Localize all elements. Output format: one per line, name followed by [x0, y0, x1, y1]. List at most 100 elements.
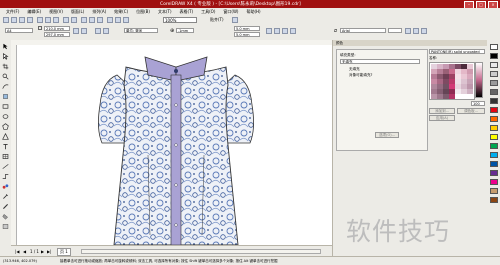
- swatch-grid[interactable]: [429, 62, 475, 100]
- menu-effects[interactable]: 效果(C): [114, 8, 128, 15]
- menu-edit[interactable]: 编辑(E): [27, 8, 41, 15]
- menu-table[interactable]: 表格(T): [180, 8, 194, 15]
- connector-tool-icon[interactable]: [2, 173, 9, 180]
- pick-tool-icon[interactable]: [2, 43, 9, 50]
- all-pages-icon[interactable]: [95, 28, 101, 34]
- last-page-icon[interactable]: ▶|: [47, 249, 51, 254]
- palette-swatch[interactable]: [490, 62, 498, 68]
- menu-window[interactable]: 窗口(W): [223, 8, 238, 15]
- snap-to-label[interactable]: 贴齐(T): [210, 17, 224, 23]
- undo-icon[interactable]: [63, 16, 69, 23]
- paper-size-select[interactable]: A4: [5, 28, 33, 33]
- prev-page-icon[interactable]: ◀: [23, 249, 26, 254]
- options-button[interactable]: 选项(O)...: [375, 132, 399, 138]
- menu-help[interactable]: 帮助(H): [246, 8, 260, 15]
- new-icon[interactable]: [3, 16, 9, 23]
- palette-swatch[interactable]: [490, 188, 498, 194]
- current-page-icon[interactable]: [103, 28, 109, 34]
- palette-swatch[interactable]: [490, 116, 498, 122]
- save-icon[interactable]: [19, 16, 25, 23]
- tint-slider[interactable]: [475, 62, 483, 98]
- eyedropper-tool-icon[interactable]: [2, 193, 9, 200]
- palette-swatch[interactable]: [490, 134, 498, 140]
- palette-swatch[interactable]: [490, 107, 498, 113]
- hide-icon[interactable]: [290, 28, 296, 34]
- units-select[interactable]: 单位: 毫米: [124, 28, 158, 33]
- nudge-distance-field[interactable]: .1mm: [176, 28, 194, 33]
- rectangle-tool-icon[interactable]: [2, 103, 9, 110]
- dimension-tool-icon[interactable]: [2, 163, 9, 170]
- menu-layout[interactable]: 版面(L): [71, 8, 84, 15]
- blend-tool-icon[interactable]: [2, 183, 9, 190]
- duplicate-y-field[interactable]: 5.0 mm: [234, 32, 260, 37]
- palette-swatch[interactable]: [490, 44, 498, 50]
- palette-swatch[interactable]: [490, 161, 498, 167]
- underline-icon[interactable]: [421, 28, 427, 34]
- search-icon[interactable]: [81, 16, 87, 23]
- menu-view[interactable]: 视图(V): [49, 8, 63, 15]
- freehand-tool-icon[interactable]: [2, 83, 9, 90]
- docker-tab[interactable]: 颜色: [333, 40, 488, 46]
- menu-text[interactable]: 文本(T): [158, 8, 172, 15]
- palette-swatch[interactable]: [490, 125, 498, 131]
- apply-button[interactable]: 应用(A): [429, 115, 455, 121]
- font-select[interactable]: Arial: [340, 28, 386, 33]
- options-page-icon[interactable]: [282, 28, 288, 34]
- copy-icon[interactable]: [45, 16, 51, 23]
- palette-swatch[interactable]: [490, 143, 498, 149]
- treat-as-filled-icon[interactable]: [266, 28, 272, 34]
- polygon-tool-icon[interactable]: [2, 123, 9, 130]
- interactive-fill-tool-icon[interactable]: [2, 223, 9, 230]
- first-page-icon[interactable]: |◀: [15, 249, 19, 254]
- landscape-icon[interactable]: [81, 28, 87, 34]
- portrait-icon[interactable]: [73, 28, 79, 34]
- bold-icon[interactable]: [405, 28, 411, 34]
- color-model-select[interactable]: PANTONE(R) solid uncoated: [429, 49, 485, 54]
- menu-tools[interactable]: 工具(O): [201, 8, 215, 15]
- fill-type-select[interactable]: 无填充: [340, 59, 420, 64]
- palette-swatch[interactable]: [490, 98, 498, 104]
- drawing-canvas[interactable]: [16, 45, 332, 245]
- blouse-drawing[interactable]: [16, 45, 332, 245]
- add-to-palette-button[interactable]: 添加到...: [429, 108, 455, 114]
- welcome-icon[interactable]: [115, 16, 121, 23]
- next-page-icon[interactable]: ▶: [41, 249, 44, 254]
- menu-file[interactable]: 文件(F): [6, 8, 19, 15]
- text-tool-icon[interactable]: [2, 143, 9, 150]
- duplicate-x-field[interactable]: 5.0 mm: [234, 26, 260, 31]
- page-tab[interactable]: 页 1: [57, 248, 71, 256]
- cut-icon[interactable]: [37, 16, 43, 23]
- palette-swatch[interactable]: [490, 80, 498, 86]
- options-icon[interactable]: [232, 16, 238, 23]
- smart-fill-tool-icon[interactable]: [2, 93, 9, 100]
- app-launcher-icon[interactable]: [107, 16, 113, 23]
- palette-swatch[interactable]: [490, 152, 498, 158]
- italic-icon[interactable]: [413, 28, 419, 34]
- open-icon[interactable]: [11, 16, 17, 23]
- draw-tool-icon[interactable]: [274, 28, 280, 34]
- horizontal-scrollbar[interactable]: [81, 249, 321, 254]
- palette-swatch[interactable]: [490, 197, 498, 203]
- import-icon[interactable]: [89, 16, 95, 23]
- redo-icon[interactable]: [71, 16, 77, 23]
- zoom-tool-icon[interactable]: [2, 73, 9, 80]
- palette-swatch[interactable]: [490, 53, 498, 59]
- print-icon[interactable]: [27, 16, 33, 23]
- corel-online-icon[interactable]: [123, 16, 129, 23]
- palette-swatch[interactable]: [490, 89, 498, 95]
- tint-amount-field[interactable]: 100: [471, 101, 485, 106]
- font-size-select[interactable]: [388, 28, 402, 33]
- crop-tool-icon[interactable]: [2, 63, 9, 70]
- palette-swatch[interactable]: [490, 179, 498, 185]
- page-height-field[interactable]: 297.0 mm: [44, 32, 70, 37]
- menu-arrange[interactable]: 排列(A): [92, 8, 106, 15]
- color-swatch[interactable]: [467, 89, 473, 94]
- palette-swatch[interactable]: [490, 71, 498, 77]
- page-width-field[interactable]: 210.0 mm: [44, 26, 70, 31]
- shape-tool-icon[interactable]: [2, 53, 9, 60]
- menu-bitmaps[interactable]: 位图(B): [136, 8, 150, 15]
- color-swatch[interactable]: [449, 94, 455, 99]
- basic-shapes-tool-icon[interactable]: [2, 132, 9, 140]
- outline-tool-icon[interactable]: [2, 203, 9, 210]
- zoom-level-field[interactable]: 100%: [163, 16, 197, 23]
